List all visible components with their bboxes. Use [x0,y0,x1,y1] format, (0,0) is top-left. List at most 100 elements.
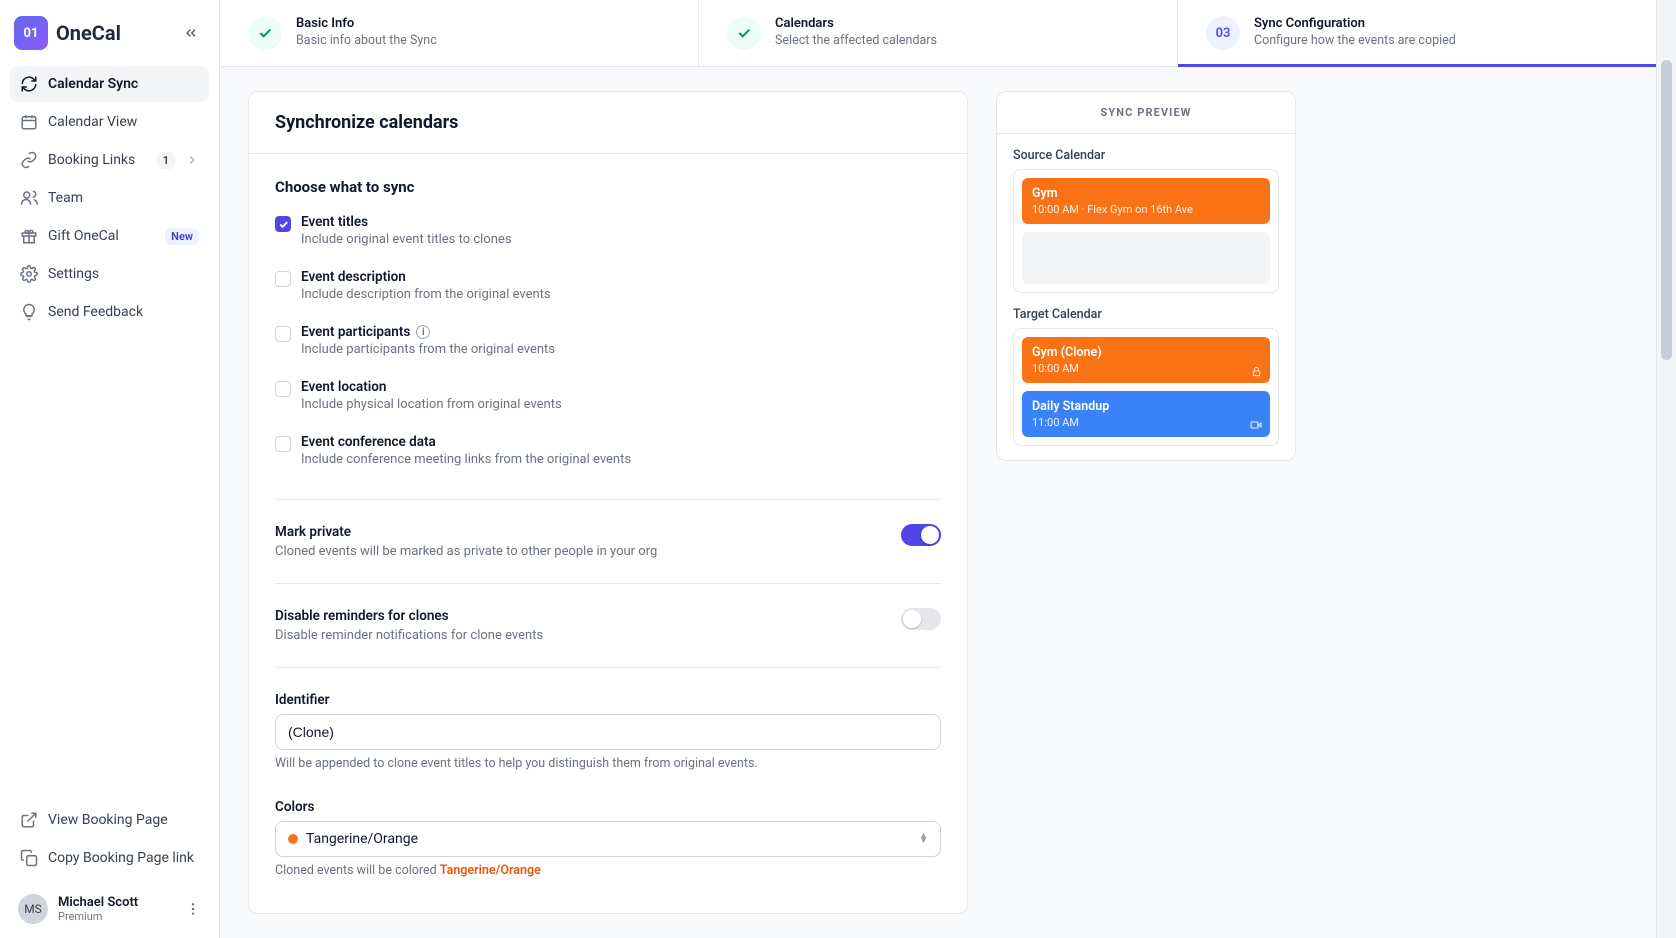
colors-select[interactable]: Tangerine/Orange ▲▼ [275,821,941,857]
external-link-icon [20,811,38,829]
target-calendar-block: Target Calendar Gym (Clone) 10:00 AM Dai… [1013,307,1279,446]
collapse-sidebar-button[interactable] [177,19,205,47]
step-subtitle: Basic info about the Sync [296,33,437,49]
calendar-icon [20,113,38,131]
target-calendar-label: Target Calendar [1013,307,1279,322]
opt-title: Mark private [275,524,657,540]
logo[interactable]: 01 OneCal [14,16,121,50]
user-menu[interactable]: MS Michael Scott Premium [10,884,209,928]
event-subtitle: 11:00 AM [1032,416,1260,429]
new-badge: New [165,228,199,245]
color-swatch-icon [288,834,298,844]
identifier-input[interactable] [275,714,941,750]
sidebar: 01 OneCal Calendar Sync Calendar View [0,0,220,938]
source-calendar-block: Source Calendar Gym 10:00 AM · Flex Gym … [1013,148,1279,293]
opt-sub: Include description from the original ev… [301,287,551,302]
opt-event-conference-data[interactable]: Event conference data Include conference… [275,430,941,475]
event-title: Daily Standup [1032,399,1260,414]
sidebar-item-calendar-view[interactable]: Calendar View [10,104,209,140]
opt-event-description[interactable]: Event description Include description fr… [275,265,941,310]
logo-mark-icon: 01 [14,16,48,50]
config-panel: Synchronize calendars Choose what to syn… [248,91,968,914]
check-icon [248,16,282,50]
sidebar-item-gift-onecal[interactable]: Gift OneCal New [10,218,209,254]
gear-icon [20,265,38,283]
event-title: Gym [1032,186,1260,201]
link-icon [20,151,38,169]
scrollbar[interactable] [1656,0,1676,938]
target-calendar-card: Gym (Clone) 10:00 AM Daily Standup 11:00… [1013,328,1279,446]
mark-private-toggle[interactable] [901,524,941,546]
logo-text: OneCal [56,21,121,45]
checkbox[interactable] [275,271,291,287]
sync-section-title: Choose what to sync [275,178,941,196]
event-card: Daily Standup 11:00 AM [1022,391,1270,437]
step-subtitle: Select the affected calendars [775,33,937,49]
opt-sub: Include physical location from original … [301,397,562,412]
event-subtitle: 10:00 AM · Flex Gym on 16th Ave [1032,203,1260,216]
info-icon[interactable]: i [416,325,430,339]
opt-title: Disable reminders for clones [275,608,543,624]
booking-links-count-badge: 1 [157,152,175,169]
sidebar-item-send-feedback[interactable]: Send Feedback [10,294,209,330]
opt-event-participants[interactable]: Event participants i Include participant… [275,320,941,365]
nav: Calendar Sync Calendar View Booking Link… [10,66,209,330]
sidebar-item-label: Calendar Sync [48,76,199,92]
opt-title: Event location [301,379,562,395]
sidebar-item-calendar-sync[interactable]: Calendar Sync [10,66,209,102]
avatar: MS [18,894,48,924]
opt-sub: Include conference meeting links from th… [301,452,631,467]
event-card: Gym (Clone) 10:00 AM [1022,337,1270,383]
opt-sub: Cloned events will be marked as private … [275,544,657,559]
user-plan: Premium [58,910,175,923]
opt-mark-private: Mark private Cloned events will be marke… [275,524,941,559]
sidebar-item-settings[interactable]: Settings [10,256,209,292]
source-calendar-card: Gym 10:00 AM · Flex Gym on 16th Ave [1013,169,1279,293]
video-icon [1250,419,1262,431]
sidebar-item-label: Send Feedback [48,304,199,320]
step-calendars[interactable]: Calendars Select the affected calendars [699,0,1178,66]
sidebar-item-label: Team [48,190,199,206]
divider [275,667,941,668]
lock-icon [1251,366,1262,377]
user-meta: Michael Scott Premium [58,895,175,924]
event-subtitle: 10:00 AM [1032,362,1260,375]
chevron-up-down-icon: ▲▼ [919,834,928,845]
colors-label: Colors [275,799,941,815]
sidebar-item-label: Settings [48,266,199,282]
more-vertical-icon[interactable] [185,901,201,917]
sidebar-item-view-booking-page[interactable]: View Booking Page [10,802,209,838]
page-title: Synchronize calendars [275,112,941,133]
preview-panel: SYNC PREVIEW Source Calendar Gym 10:00 A… [996,91,1296,461]
opt-sub: Include participants from the original e… [301,342,555,357]
divider [275,499,941,500]
chevron-right-icon [185,153,199,167]
sidebar-item-label: Calendar View [48,114,199,130]
sidebar-item-label: Gift OneCal [48,228,155,244]
sidebar-item-booking-links[interactable]: Booking Links 1 [10,142,209,178]
event-card: Gym 10:00 AM · Flex Gym on 16th Ave [1022,178,1270,224]
disable-reminders-toggle[interactable] [901,608,941,630]
opt-title: Event participants i [301,324,555,340]
opt-event-location[interactable]: Event location Include physical location… [275,375,941,420]
checkbox[interactable] [275,381,291,397]
checkbox[interactable] [275,436,291,452]
scrollbar-thumb[interactable] [1661,60,1672,360]
sidebar-bottom: View Booking Page Copy Booking Page link [10,802,209,876]
content-body: Synchronize calendars Choose what to syn… [220,67,1656,938]
check-icon [727,16,761,50]
step-sync-configuration[interactable]: 03 Sync Configuration Configure how the … [1178,0,1656,66]
checkbox[interactable] [275,216,291,232]
checkbox[interactable] [275,326,291,342]
stepper: Basic Info Basic info about the Sync Cal… [220,0,1656,67]
opt-title: Event conference data [301,434,631,450]
sidebar-item-copy-booking-link[interactable]: Copy Booking Page link [10,840,209,876]
colors-field: Colors Tangerine/Orange ▲▼ Cloned events… [275,799,941,878]
lightbulb-icon [20,303,38,321]
opt-event-titles[interactable]: Event titles Include original event titl… [275,210,941,255]
sidebar-header: 01 OneCal [10,14,209,64]
step-basic-info[interactable]: Basic Info Basic info about the Sync [220,0,699,66]
sidebar-item-team[interactable]: Team [10,180,209,216]
copy-icon [20,849,38,867]
users-icon [20,189,38,207]
